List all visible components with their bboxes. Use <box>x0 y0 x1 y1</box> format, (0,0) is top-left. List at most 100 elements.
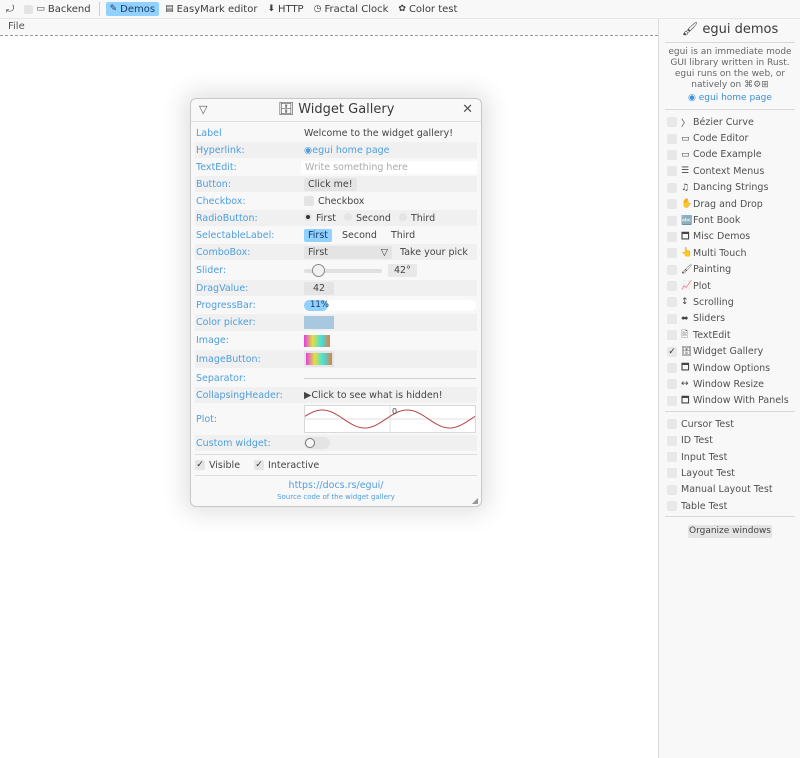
checkbox-icon <box>667 395 677 406</box>
close-icon[interactable]: ✕ <box>462 102 473 117</box>
radio-first[interactable]: First <box>304 212 336 224</box>
widget-gallery-window: ▽ 🗄 Widget Gallery ✕ Label Welcome to th… <box>190 98 482 507</box>
tab-easymark[interactable]: ▤ EasyMark editor <box>161 2 261 16</box>
radio-second[interactable]: Second <box>344 212 391 224</box>
test-item[interactable]: Layout Test <box>659 465 800 481</box>
top-bar: ⤾ ▭ Backend ✎ Demos ▤ EasyMark editor ⬇ HTTP… <box>0 0 800 19</box>
checkbox-icon <box>667 484 677 495</box>
test-item[interactable]: Table Test <box>659 498 800 514</box>
demo-item[interactable]: ♫ Dancing Strings <box>659 180 800 196</box>
source-code-link[interactable]: Source code of the widget gallery <box>191 493 481 501</box>
checkbox[interactable]: Checkbox <box>304 196 477 207</box>
tag-icon: ✎ <box>109 4 118 14</box>
demo-icon: ↔ <box>681 379 689 390</box>
demo-item[interactable]: ☰ Context Menus <box>659 163 800 179</box>
collapsing-header[interactable]: ▶ Click to see what is hidden! <box>304 390 477 401</box>
demo-item[interactable]: ✋ Drag and Drop <box>659 196 800 212</box>
tab-http[interactable]: ⬇ HTTP <box>263 2 307 16</box>
demo-item[interactable]: 👆 Multi Touch <box>659 245 800 261</box>
row-colorpicker: Color picker: <box>195 314 477 331</box>
demo-label: Sliders <box>693 313 726 325</box>
image-button[interactable] <box>304 351 334 367</box>
checkbox-icon <box>667 379 677 390</box>
download-icon: ⬇ <box>267 4 275 14</box>
divider <box>665 109 795 110</box>
demo-icon: ▭ <box>681 149 690 160</box>
demo-item[interactable]: 🖹 TextEdit <box>659 327 800 343</box>
globe-icon: ◉ <box>304 144 313 156</box>
row-textedit: TextEdit: Write something here <box>195 159 477 175</box>
tab-fractal-clock[interactable]: ◷ Fractal Clock <box>310 2 393 16</box>
home-page-link[interactable]: ◉ egui home page <box>659 93 800 103</box>
os-icons: ⌘⚙⊞ <box>744 80 769 90</box>
demo-label: Misc Demos <box>693 231 751 243</box>
gradient-image <box>304 334 330 347</box>
hyperlink[interactable]: ◉ egui home page <box>304 145 477 156</box>
interactive-checkbox[interactable]: ✓ Interactive <box>254 460 319 471</box>
demo-item[interactable]: ✓ 🗄 Widget Gallery <box>659 343 800 359</box>
radio-dot <box>344 212 352 221</box>
tab-demos[interactable]: ✎ Demos <box>105 2 160 16</box>
window-title: Widget Gallery <box>298 102 395 117</box>
gradient-image <box>306 353 332 365</box>
docs-link[interactable]: https://docs.rs/egui/ <box>191 480 481 491</box>
test-item[interactable]: ID Test <box>659 432 800 448</box>
organize-windows-button[interactable]: Organize windows <box>688 525 772 539</box>
demo-item[interactable]: ↔ Window Resize <box>659 376 800 392</box>
demo-icon: 〉 <box>681 118 691 129</box>
test-item[interactable]: Manual Layout Test <box>659 482 800 498</box>
visible-checkbox[interactable]: ✓ Visible <box>195 460 240 471</box>
laptop-icon: ▭ <box>36 4 45 14</box>
demo-list: 〉 Bézier Curve ▭ Code Editor ▭ Code Example ☰ C… <box>659 114 800 409</box>
tab-color-test[interactable]: ✿ Color test <box>394 2 461 16</box>
undo-icon[interactable]: ⤾ <box>2 2 18 16</box>
click-me-button[interactable]: Click me! <box>304 177 357 191</box>
selectable-first[interactable]: First <box>304 228 332 242</box>
checkbox-icon <box>667 215 677 226</box>
demo-item[interactable]: 🗖 Window Options <box>659 360 800 376</box>
demo-label: Bézier Curve <box>693 116 754 128</box>
demo-item[interactable]: ▭ Code Example <box>659 147 800 163</box>
demo-icon: 📈 <box>681 281 693 292</box>
radio-third[interactable]: Third <box>398 212 435 224</box>
clock-icon: ◷ <box>313 4 322 14</box>
slider[interactable] <box>304 263 382 277</box>
demo-item[interactable]: 📈 Plot <box>659 278 800 294</box>
drag-value[interactable]: 42 <box>304 281 334 295</box>
combo-box[interactable]: First ▽ <box>304 245 392 259</box>
window-title-bar[interactable]: ▽ 🗄 Widget Gallery ✕ <box>191 99 481 122</box>
demo-item[interactable]: ⬌ Sliders <box>659 311 800 327</box>
color-swatch[interactable] <box>304 316 334 329</box>
selectable-third[interactable]: Third <box>387 229 419 242</box>
checkbox-icon <box>667 231 677 242</box>
demo-item[interactable]: 🔤 Font Book <box>659 212 800 228</box>
demo-item[interactable]: 🗖 Misc Demos <box>659 229 800 245</box>
slider-value[interactable]: 42° <box>388 263 417 277</box>
toggle-knob <box>305 438 315 448</box>
panel-title: 🖌 egui demos <box>681 22 779 37</box>
divider <box>195 475 477 476</box>
test-label: Table Test <box>681 500 728 512</box>
test-item[interactable]: Cursor Test <box>659 416 800 432</box>
text-edit-input[interactable]: Write something here <box>301 160 477 174</box>
menu-file[interactable]: File <box>8 21 25 32</box>
demo-item[interactable]: 🗖 Window With Panels <box>659 393 800 409</box>
demo-item[interactable]: 🖌 Painting <box>659 262 800 278</box>
checkbox-icon <box>667 149 677 160</box>
demo-label: Painting <box>693 264 732 276</box>
selectable-second[interactable]: Second <box>338 229 381 242</box>
sine-plot[interactable]: 0 <box>304 405 476 433</box>
slider-handle[interactable] <box>311 263 325 277</box>
backend-toggle[interactable]: ▭ Backend <box>20 2 94 16</box>
demo-item[interactable]: ▭ Code Editor <box>659 130 800 146</box>
checkbox-icon <box>24 4 34 14</box>
toggle-switch[interactable] <box>304 437 330 449</box>
row-selectable: SelectableLabel: First Second Third <box>195 227 477 243</box>
resize-handle-icon[interactable]: ◢ <box>472 496 478 505</box>
row-slider: Slider: 42° <box>195 261 477 279</box>
demo-item[interactable]: ↕ Scrolling <box>659 294 800 310</box>
row-hyperlink: Hyperlink: ◉ egui home page <box>195 142 477 158</box>
demo-item[interactable]: 〉 Bézier Curve <box>659 114 800 130</box>
demo-icon: ↕ <box>681 297 689 308</box>
test-item[interactable]: Input Test <box>659 449 800 465</box>
